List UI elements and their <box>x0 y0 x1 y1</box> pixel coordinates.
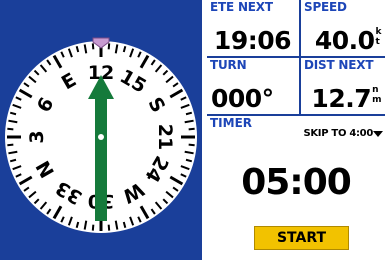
turn-value: 000° <box>211 84 274 113</box>
speed-unit: kt <box>376 27 382 47</box>
speed-value-wrap: 40.0 k t <box>314 26 382 55</box>
ete-next-field[interactable]: ETE NEXT 19:06 <box>207 0 299 56</box>
compass-label: 3 <box>26 130 48 143</box>
compass-tick <box>107 224 111 231</box>
compass-tick <box>91 43 95 50</box>
dist-unit-top: n <box>372 85 379 95</box>
compass-label: 21 <box>154 124 176 150</box>
speed-label: SPEED <box>304 0 347 14</box>
compass-tick <box>7 127 14 131</box>
speed-unit-top: k <box>375 27 382 37</box>
pointer-shaft <box>95 98 107 221</box>
start-button[interactable]: START <box>254 226 349 250</box>
divider-vertical <box>299 0 301 116</box>
timer-panel: TIMER SKIP TO 4:00 05:00 START <box>207 116 385 260</box>
dist-unit-bottom: m <box>372 95 381 105</box>
speed-field[interactable]: SPEED 40.0 k t <box>301 0 385 56</box>
compass-tick <box>91 224 95 231</box>
dist-next-field[interactable]: DIST NEXT 12.7 n m <box>301 58 385 114</box>
ete-next-value: 19:06 <box>213 26 292 55</box>
compass-tick <box>107 43 111 50</box>
speed-value: 40.0 <box>314 26 375 55</box>
divider-horizontal-1 <box>207 56 385 58</box>
compass-tick <box>7 143 14 147</box>
compass-tick <box>188 127 195 131</box>
compass-tick <box>188 143 195 147</box>
turn-field[interactable]: TURN 000° <box>207 58 299 114</box>
pointer-center-dot <box>98 134 104 140</box>
compass-page: N3330W2421S1512E63 ETE NEXT 19:06 SPEED … <box>0 0 385 260</box>
skip-dropdown-arrow-icon[interactable] <box>373 131 383 137</box>
turn-label: TURN <box>210 58 247 72</box>
dist-next-label: DIST NEXT <box>304 58 374 72</box>
speed-unit-bottom: t <box>375 37 380 47</box>
dist-next-value: 12.7 <box>311 84 372 113</box>
timer-label: TIMER <box>210 116 253 130</box>
skip-to-label[interactable]: SKIP TO 4:00 <box>303 128 373 139</box>
timer-countdown-value: 05:00 <box>241 162 352 203</box>
dist-next-unit: nm <box>372 85 381 105</box>
compass-panel: N3330W2421S1512E63 <box>0 0 202 260</box>
dist-next-value-wrap: 12.7 n m <box>311 85 381 113</box>
ete-next-label: ETE NEXT <box>210 0 273 14</box>
compass-dial: N3330W2421S1512E63 <box>5 37 197 233</box>
